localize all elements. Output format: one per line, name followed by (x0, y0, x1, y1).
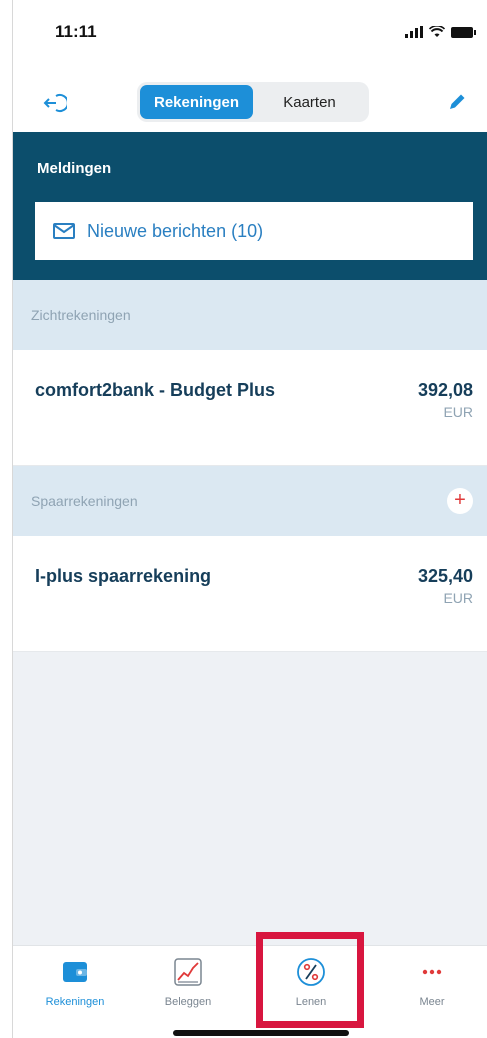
account-name: I-plus spaarrekening (35, 566, 212, 586)
app-screen: 11:11 Rekeningen Kaarten Meldingen Nieuw… (12, 0, 487, 1038)
battery-icon (451, 26, 476, 38)
tab-kaarten[interactable]: Kaarten (253, 85, 366, 119)
notifications-title: Meldingen (37, 160, 112, 177)
tab-label: Beleggen (164, 996, 212, 1008)
notifications-panel: Meldingen Nieuwe berichten (10) (13, 132, 487, 280)
tab-bar-meer[interactable]: Meer (387, 956, 477, 1008)
chart-icon (174, 958, 202, 986)
section-header-zichtrekeningen: Zichtrekeningen (13, 280, 487, 350)
account-row-iplus[interactable]: I-plus spaarrekening 325,40 EUR (13, 536, 487, 652)
account-balance: 392,08 (417, 380, 473, 400)
tab-bar-beleggen[interactable]: Beleggen (143, 956, 233, 1008)
segmented-control: Rekeningen Kaarten (137, 82, 369, 122)
home-indicator (173, 1030, 349, 1036)
account-currency: EUR (443, 590, 473, 606)
section-title: Zichtrekeningen (31, 307, 131, 323)
account-currency: EUR (443, 404, 473, 420)
logout-icon[interactable] (41, 90, 67, 116)
nav-header: Rekeningen Kaarten (13, 80, 487, 132)
section-header-spaarrekeningen: Spaarrekeningen + (13, 466, 487, 536)
signal-icon (405, 26, 423, 38)
tab-label: Meer (419, 996, 445, 1008)
section-title: Spaarrekeningen (31, 493, 138, 509)
mail-icon (53, 223, 75, 239)
account-balance: 325,40 (417, 566, 473, 586)
new-messages-label: Nieuwe berichten (10) (87, 220, 264, 241)
tab-bar-rekeningen[interactable]: Rekeningen (30, 956, 120, 1008)
status-bar: 11:11 (13, 0, 487, 80)
edit-icon[interactable] (445, 90, 469, 114)
status-time: 11:11 (55, 22, 97, 41)
bottom-tab-bar: Rekeningen Beleggen Lenen Meer (13, 945, 487, 1038)
account-name: comfort2bank - Budget Plus (35, 380, 276, 400)
add-account-button[interactable]: + (447, 488, 473, 514)
tab-label: Rekeningen (45, 996, 105, 1008)
wallet-icon (63, 962, 87, 982)
account-row-budget-plus[interactable]: comfort2bank - Budget Plus 392,08 EUR (13, 350, 487, 466)
new-messages-button[interactable]: Nieuwe berichten (10) (35, 202, 473, 260)
lenen-highlight-box (256, 932, 364, 1028)
wifi-icon (429, 26, 445, 37)
more-icon (422, 969, 442, 975)
tab-rekeningen[interactable]: Rekeningen (140, 85, 253, 119)
status-icons (405, 26, 476, 38)
